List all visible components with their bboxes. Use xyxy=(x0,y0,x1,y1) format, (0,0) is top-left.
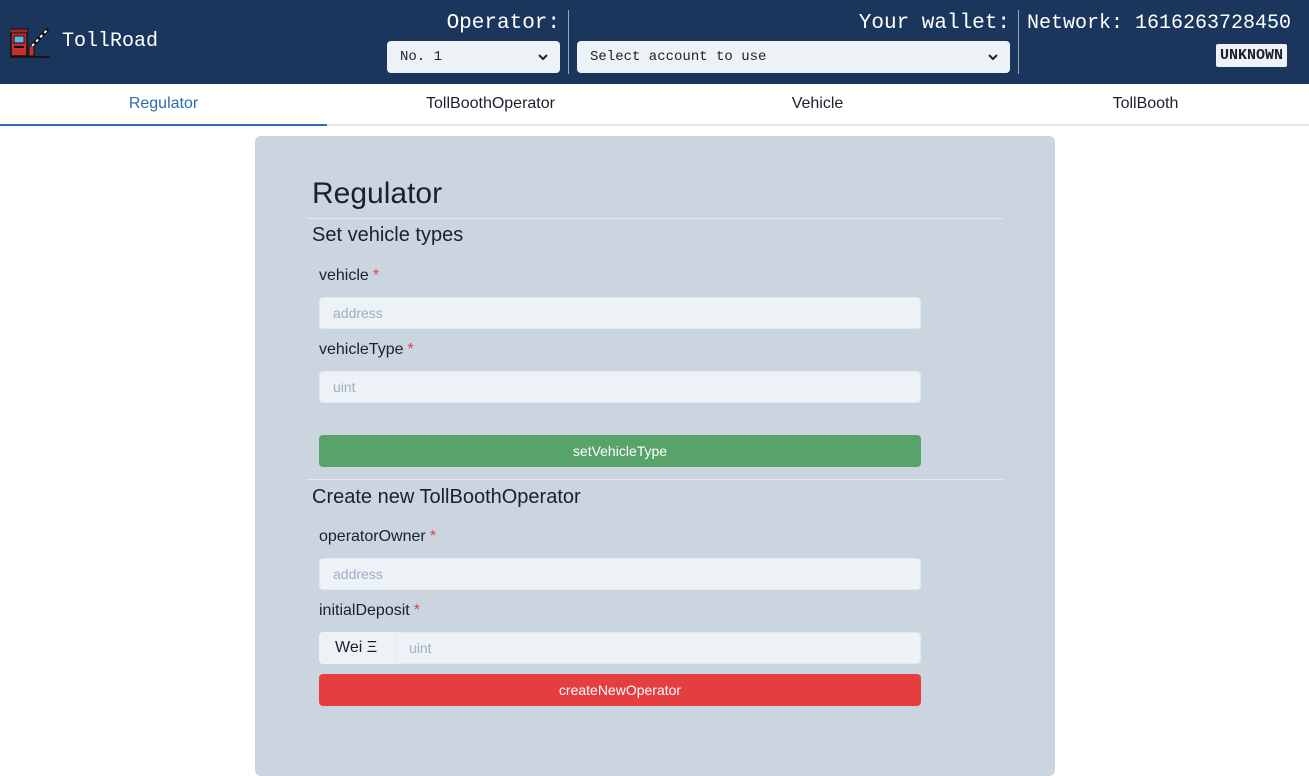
required-mark: * xyxy=(372,267,380,284)
vehicle-type-input-placeholder: uint xyxy=(333,379,356,395)
initial-deposit-label-text: initialDeposit xyxy=(319,602,410,619)
header-divider xyxy=(1018,10,1019,74)
toll-booth-logo-icon xyxy=(10,27,50,58)
header-divider xyxy=(568,10,569,74)
vehicle-input-placeholder: address xyxy=(333,305,383,321)
vehicle-type-field-label: vehicleType * xyxy=(319,341,414,359)
initial-deposit-input[interactable]: uint xyxy=(395,632,921,664)
page-title: Regulator xyxy=(312,177,443,210)
vehicle-field-label: vehicle * xyxy=(319,267,379,285)
operator-owner-input-placeholder: address xyxy=(333,566,383,582)
wallet-select[interactable]: Select account to use xyxy=(577,41,1010,73)
operator-owner-input[interactable]: address xyxy=(319,558,921,590)
tab-tollbooth[interactable]: TollBooth xyxy=(982,84,1309,126)
section-divider xyxy=(307,218,1003,219)
create-new-operator-button[interactable]: createNewOperator xyxy=(319,674,921,706)
vehicle-label-text: vehicle xyxy=(319,267,369,284)
vehicle-type-input[interactable]: uint xyxy=(319,371,921,403)
required-mark: * xyxy=(429,528,436,545)
chevron-down-icon xyxy=(538,54,548,61)
wallet-label: Your wallet: xyxy=(858,12,1010,35)
required-mark: * xyxy=(413,602,420,619)
initial-deposit-field-label: initialDeposit * xyxy=(319,602,420,620)
set-vehicle-type-button[interactable]: setVehicleType xyxy=(319,435,921,467)
operator-owner-field-label: operatorOwner * xyxy=(319,528,436,546)
regulator-panel: Regulator Set vehicle types vehicle * add… xyxy=(255,136,1055,776)
chevron-down-icon xyxy=(988,54,998,61)
vehicle-address-input[interactable]: address xyxy=(319,297,921,329)
required-mark: * xyxy=(407,341,414,358)
vehicle-type-label-text: vehicleType xyxy=(319,341,404,358)
set-vehicle-types-heading: Set vehicle types xyxy=(312,224,464,246)
brand-title: TollRoad xyxy=(62,30,159,53)
tab-bar: Regulator TollBoothOperator Vehicle Toll… xyxy=(0,84,1309,126)
tab-tollbooth-operator[interactable]: TollBoothOperator xyxy=(327,84,654,126)
operator-owner-label-text: operatorOwner xyxy=(319,528,426,545)
create-operator-heading: Create new TollBoothOperator xyxy=(312,486,581,508)
network-id: Network: 1616263728450 xyxy=(1027,12,1292,35)
initial-deposit-input-placeholder: uint xyxy=(409,640,432,656)
operator-label: Operator: xyxy=(446,12,560,35)
tab-regulator[interactable]: Regulator xyxy=(0,84,327,126)
section-divider xyxy=(307,479,1003,480)
deposit-unit-addon: Wei Ξ xyxy=(319,632,395,664)
operator-select[interactable]: No. 1 xyxy=(387,41,560,73)
top-header: TollRoad Operator: No. 1 Your wallet: Se… xyxy=(0,0,1309,84)
network-status-badge: UNKNOWN xyxy=(1216,44,1288,67)
tab-vehicle[interactable]: Vehicle xyxy=(654,84,981,126)
operator-selected-value: No. 1 xyxy=(400,49,443,65)
wallet-placeholder: Select account to use xyxy=(590,49,767,65)
